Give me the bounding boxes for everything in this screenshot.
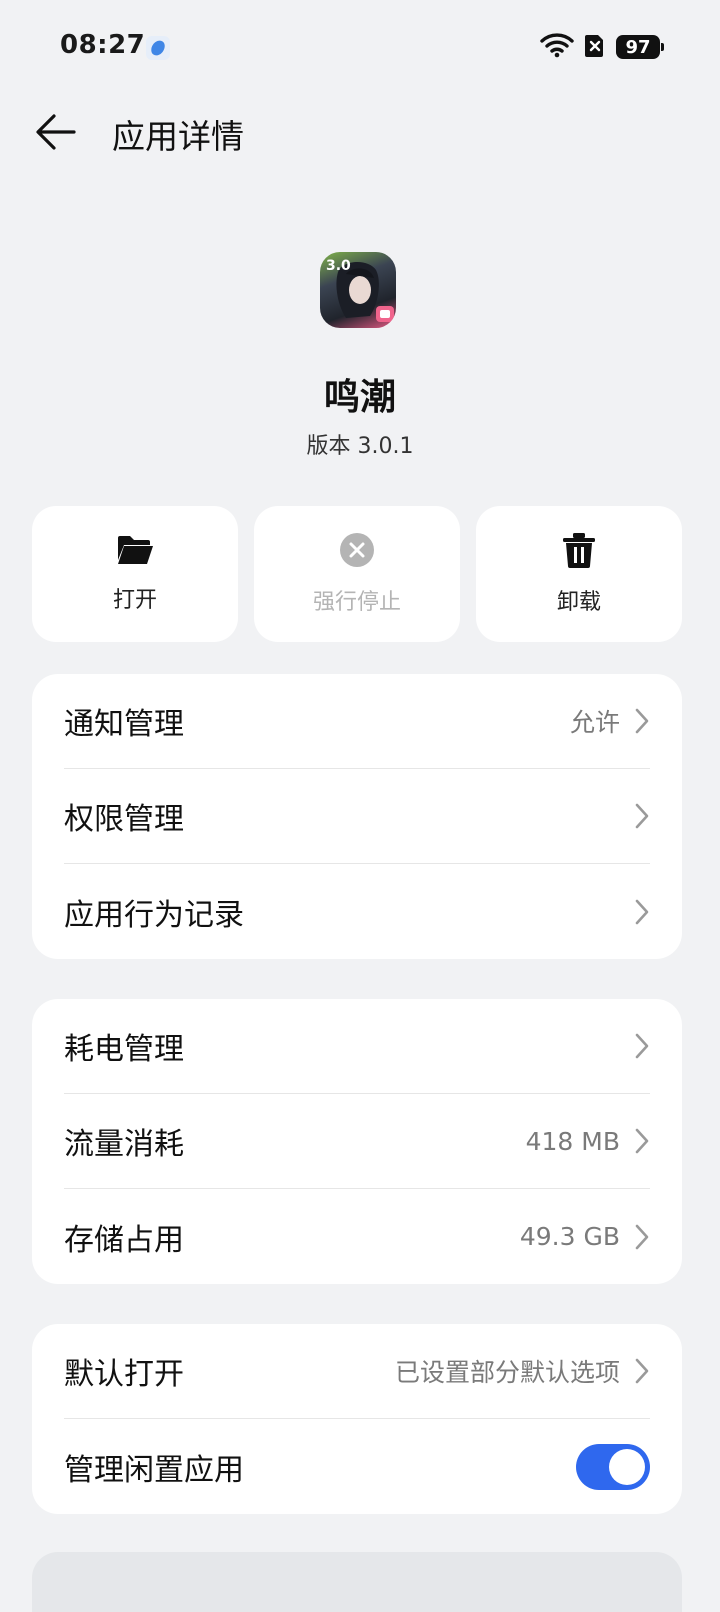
open-button-label: 打开 <box>112 588 157 613</box>
wifi-icon <box>540 32 574 62</box>
row-label: 权限管理 <box>64 802 184 837</box>
settings-group-defaults: 默认打开 已设置部分默认选项 管理闲置应用 <box>32 1324 682 1514</box>
close-circle-icon <box>340 533 374 567</box>
open-button[interactable]: 打开 <box>32 506 238 642</box>
row-value: 49.3 GB <box>519 1222 620 1251</box>
notification-app-icon <box>146 36 170 60</box>
manage-idle-apps-row: 管理闲置应用 <box>64 1419 650 1514</box>
status-bar: 08:27 97 <box>0 0 720 96</box>
row-label: 管理闲置应用 <box>64 1452 244 1488</box>
chevron-right-icon <box>634 1127 650 1155</box>
data-usage-row[interactable]: 流量消耗 418 MB <box>64 1094 650 1189</box>
page-title: 应用详情 <box>112 117 244 156</box>
next-settings-card-partial <box>32 1552 682 1612</box>
app-name: 鸣潮 <box>323 377 396 418</box>
row-label: 耗电管理 <box>64 1032 184 1067</box>
uninstall-button[interactable]: 卸载 <box>476 506 682 642</box>
back-button[interactable] <box>30 106 82 158</box>
row-label: 默认打开 <box>64 1357 184 1392</box>
permission-management-row[interactable]: 权限管理 <box>64 769 650 864</box>
manage-idle-apps-toggle[interactable] <box>576 1443 650 1490</box>
no-sim-icon <box>584 32 606 62</box>
battery-level: 97 <box>625 36 651 58</box>
row-label: 流量消耗 <box>64 1127 184 1162</box>
row-label: 存储占用 <box>64 1222 184 1258</box>
row-value: 允许 <box>569 708 620 737</box>
settings-group-usage: 耗电管理 流量消耗 418 MB 存储占用 49.3 GB <box>32 999 682 1284</box>
uninstall-button-label: 卸载 <box>556 590 601 615</box>
row-value: 已设置部分默认选项 <box>394 1358 620 1387</box>
chevron-right-icon <box>634 1357 650 1385</box>
toggle-knob <box>609 1448 645 1485</box>
folder-open-icon <box>118 536 153 564</box>
battery-management-row[interactable]: 耗电管理 <box>64 999 650 1094</box>
row-value: 418 MB <box>525 1126 620 1156</box>
force-stop-button[interactable]: 强行停止 <box>254 506 460 642</box>
back-arrow-icon <box>36 114 76 150</box>
notification-management-row[interactable]: 通知管理 允许 <box>64 674 650 769</box>
chevron-right-icon <box>634 898 650 926</box>
svg-text:3.0: 3.0 <box>326 258 351 274</box>
status-time: 08:27 <box>60 30 146 60</box>
chevron-right-icon <box>634 707 650 735</box>
force-stop-button-label: 强行停止 <box>312 590 401 615</box>
action-buttons: 打开 强行停止 卸载 <box>32 506 682 642</box>
app-icon: 3.0 <box>320 252 396 328</box>
battery-indicator: 97 <box>616 35 664 59</box>
chevron-right-icon <box>634 1032 650 1060</box>
row-label: 应用行为记录 <box>64 897 244 933</box>
row-label: 通知管理 <box>64 707 184 742</box>
chevron-right-icon <box>634 1223 650 1251</box>
app-version: 版本 3.0.1 <box>306 434 414 459</box>
app-behavior-record-row[interactable]: 应用行为记录 <box>64 864 650 959</box>
trash-icon <box>563 533 595 568</box>
chevron-right-icon <box>634 802 650 830</box>
storage-usage-row[interactable]: 存储占用 49.3 GB <box>64 1189 650 1284</box>
app-bar: 应用详情 <box>0 96 720 168</box>
status-icons: 97 <box>540 32 664 62</box>
settings-group-permissions: 通知管理 允许 权限管理 应用行为记录 <box>32 674 682 959</box>
open-by-default-row[interactable]: 默认打开 已设置部分默认选项 <box>64 1324 650 1419</box>
